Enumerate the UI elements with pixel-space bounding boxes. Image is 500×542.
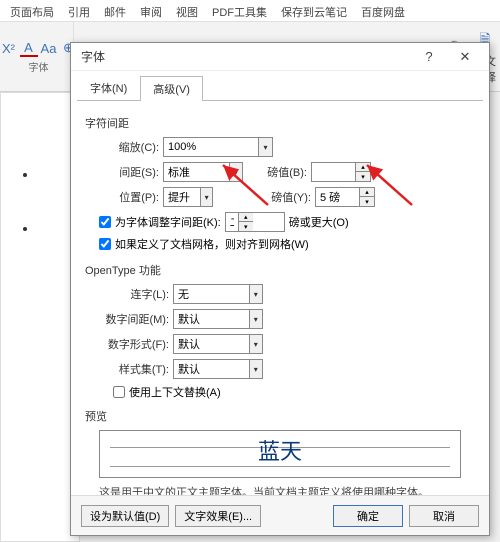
text-effects-button[interactable]: 文字效果(E)... bbox=[175, 505, 261, 527]
chevron-down-icon[interactable]: ▾ bbox=[249, 310, 262, 328]
numspacing-input[interactable] bbox=[174, 310, 249, 328]
tab[interactable]: PDF工具集 bbox=[212, 4, 267, 21]
contextual-checkbox[interactable] bbox=[113, 386, 125, 398]
spacing-input[interactable] bbox=[164, 163, 229, 181]
close-button[interactable]: ✕ bbox=[447, 45, 483, 69]
dialog-body: 字符间距 缩放(C): ▾ 间距(S): ▾ 磅值(B): ▴▾ 位置(P): bbox=[71, 101, 489, 495]
scale-input[interactable] bbox=[164, 138, 258, 156]
spinner-icon[interactable]: ▴▾ bbox=[238, 213, 253, 231]
spinner-icon[interactable]: ▴▾ bbox=[355, 163, 370, 181]
ribbon-tabs: 页面布局 引用 邮件 审阅 视图 PDF工具集 保存到云笔记 百度网盘 bbox=[0, 0, 500, 22]
tab[interactable]: 保存到云笔记 bbox=[281, 4, 347, 21]
dialog-title: 字体 bbox=[77, 48, 411, 65]
spacing-pt-input[interactable] bbox=[312, 163, 355, 181]
styleset-label: 样式集(T): bbox=[99, 361, 169, 377]
bullet-icon bbox=[23, 173, 27, 177]
position-input[interactable] bbox=[164, 188, 200, 206]
bullet-icon bbox=[23, 227, 27, 231]
snap-checkbox[interactable] bbox=[99, 238, 111, 250]
document-background bbox=[0, 92, 80, 542]
char-shading-icon[interactable]: Aa bbox=[40, 39, 58, 57]
chevron-down-icon[interactable]: ▾ bbox=[249, 285, 262, 303]
titlebar: 字体 ? ✕ bbox=[71, 43, 489, 71]
kerning-unit: 磅或更大(O) bbox=[289, 214, 349, 230]
group-label: 字体 bbox=[29, 59, 49, 74]
tab[interactable]: 百度网盘 bbox=[361, 4, 405, 21]
preview-text: 蓝天 bbox=[258, 434, 302, 466]
font-dialog: 字体 ? ✕ 字体(N) 高级(V) 字符间距 缩放(C): ▾ 间距(S): … bbox=[70, 42, 490, 536]
styleset-combo[interactable]: ▾ bbox=[173, 359, 263, 379]
tab[interactable]: 引用 bbox=[68, 4, 90, 21]
position-combo[interactable]: ▾ bbox=[163, 187, 213, 207]
superscript-icon[interactable]: X² bbox=[0, 39, 18, 57]
position-pt-spinner[interactable]: ▴▾ bbox=[315, 187, 375, 207]
numform-label: 数字形式(F): bbox=[99, 336, 169, 352]
position-pt-input[interactable] bbox=[316, 188, 359, 206]
ligatures-label: 连字(L): bbox=[99, 286, 169, 302]
spacing-combo[interactable]: ▾ bbox=[163, 162, 243, 182]
preview-note: 这是用于中文的正文主题字体。当前文档主题定义将使用哪种字体。 bbox=[99, 484, 461, 495]
scale-label: 缩放(C): bbox=[99, 139, 159, 155]
kerning-input[interactable] bbox=[226, 216, 238, 228]
numspacing-combo[interactable]: ▾ bbox=[173, 309, 263, 329]
chevron-down-icon[interactable]: ▾ bbox=[258, 138, 272, 156]
help-button[interactable]: ? bbox=[411, 45, 447, 69]
position-pt-label: 磅值(Y): bbox=[261, 189, 311, 205]
kerning-label: 为字体调整字间距(K): bbox=[115, 214, 221, 230]
preview-label: 预览 bbox=[85, 408, 475, 424]
scale-combo[interactable]: ▾ bbox=[163, 137, 273, 157]
position-label: 位置(P): bbox=[99, 189, 159, 205]
chevron-down-icon[interactable]: ▾ bbox=[249, 335, 262, 353]
contextual-label: 使用上下文替换(A) bbox=[129, 384, 221, 400]
cancel-button[interactable]: 取消 bbox=[409, 505, 479, 527]
set-default-button[interactable]: 设为默认值(D) bbox=[81, 505, 169, 527]
tab[interactable]: 视图 bbox=[176, 4, 198, 21]
tab[interactable]: 页面布局 bbox=[10, 4, 54, 21]
tab-advanced[interactable]: 高级(V) bbox=[140, 76, 203, 101]
tab[interactable]: 邮件 bbox=[104, 4, 126, 21]
kerning-checkbox[interactable] bbox=[99, 216, 111, 228]
tab[interactable]: 审阅 bbox=[140, 4, 162, 21]
kerning-combo[interactable]: ▴▾ bbox=[225, 212, 285, 232]
spacing-pt-spinner[interactable]: ▴▾ bbox=[311, 162, 371, 182]
section-opentype: OpenType 功能 bbox=[85, 262, 475, 278]
numform-input[interactable] bbox=[174, 335, 249, 353]
font-color-icon[interactable]: A bbox=[20, 39, 38, 57]
spacing-label: 间距(S): bbox=[99, 164, 159, 180]
chevron-down-icon[interactable]: ▾ bbox=[229, 163, 242, 181]
spinner-icon[interactable]: ▴▾ bbox=[359, 188, 374, 206]
chevron-down-icon[interactable]: ▾ bbox=[249, 360, 262, 378]
ligatures-input[interactable] bbox=[174, 285, 249, 303]
section-spacing: 字符间距 bbox=[85, 115, 475, 131]
tab-font[interactable]: 字体(N) bbox=[77, 75, 140, 100]
styleset-input[interactable] bbox=[174, 360, 249, 378]
snap-label: 如果定义了文档网格，则对齐到网格(W) bbox=[115, 236, 309, 252]
ligatures-combo[interactable]: ▾ bbox=[173, 284, 263, 304]
preview-box: 蓝天 bbox=[99, 430, 461, 478]
spacing-pt-label: 磅值(B): bbox=[257, 164, 307, 180]
numspacing-label: 数字间距(M): bbox=[99, 311, 169, 327]
dialog-tabs: 字体(N) 高级(V) bbox=[71, 71, 489, 100]
numform-combo[interactable]: ▾ bbox=[173, 334, 263, 354]
dialog-footer: 设为默认值(D) 文字效果(E)... 确定 取消 bbox=[71, 495, 489, 535]
ok-button[interactable]: 确定 bbox=[333, 505, 403, 527]
chevron-down-icon[interactable]: ▾ bbox=[200, 188, 212, 206]
